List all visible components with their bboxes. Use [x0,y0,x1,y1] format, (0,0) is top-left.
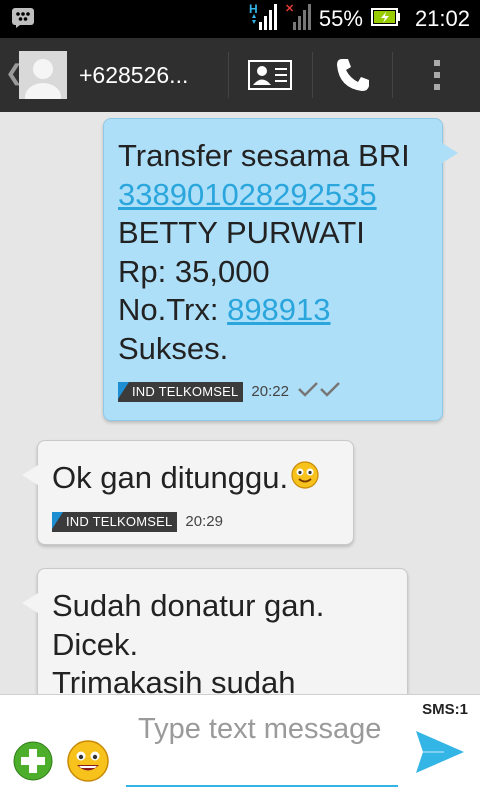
contact-card-icon[interactable] [248,60,292,95]
received-message[interactable]: Sudah donatur gan. Dicek. Trimakasih sud… [22,568,408,694]
bubble-tail [22,465,38,485]
clock: 21:02 [414,6,470,31]
divider [392,52,393,98]
message-line: Trimakasih sudah [52,665,296,694]
received-message[interactable]: Ok gan ditunggu. IND TELKOMSEL 20:29 [22,440,354,545]
signal-bars-icon: ✕ [285,2,311,37]
avatar[interactable] [19,51,67,99]
message-input[interactable] [126,709,398,787]
message-time: 20:22 [251,382,289,400]
battery-percent: 55% [318,6,363,31]
carrier-badge: IND TELKOMSEL [118,381,244,402]
carrier-badge: IND TELKOMSEL [52,511,178,532]
bbm-notification-icon [12,8,34,33]
message-line: Rp: 35,000 [118,253,270,289]
message-line: Sudah donatur gan. [52,588,325,623]
status-bar: H ✕ 55% 21:02 [0,0,480,38]
overflow-menu-icon[interactable] [432,58,442,97]
double-check-icon [297,380,343,403]
divider [228,52,229,98]
phone-icon[interactable] [334,56,372,99]
bubble-tail [22,593,38,613]
message-time: 20:29 [185,512,223,530]
bubble-tail [442,143,458,163]
action-bar: ❮ +628526... [0,38,480,112]
emoji-picker-icon[interactable] [66,739,110,788]
smiley-icon [290,460,320,500]
account-number-link[interactable]: 338901028292535 [118,177,377,212]
add-attachment-icon[interactable] [13,741,53,786]
svg-text:H: H [249,2,258,16]
svg-text:✕: ✕ [285,3,294,15]
message-line: No.Trx: [118,292,228,327]
message-line: Sukses. [118,330,229,366]
transaction-number-link[interactable]: 898913 [227,292,330,327]
message-line: BETTY PURWATI [118,215,365,250]
sent-message[interactable]: Transfer sesama BRI 338901028292535 BETT… [103,118,458,421]
message-meta: IND TELKOMSEL 20:22 [118,380,428,403]
message-composer: SMS:1 [0,694,480,800]
battery-charging-icon [370,7,401,31]
send-icon[interactable] [414,729,466,780]
message-text: Ok gan ditunggu. [52,460,289,495]
message-line: Dicek. [52,626,139,662]
contact-title: +628526... [79,62,189,88]
sms-counter: SMS:1 [422,701,468,718]
network-type-icon: H [249,2,277,37]
divider [312,52,313,98]
message-line: Transfer sesama BRI [118,138,410,173]
message-meta: IND TELKOMSEL 20:29 [52,511,339,532]
conversation-list[interactable]: Transfer sesama BRI 338901028292535 BETT… [0,112,480,694]
